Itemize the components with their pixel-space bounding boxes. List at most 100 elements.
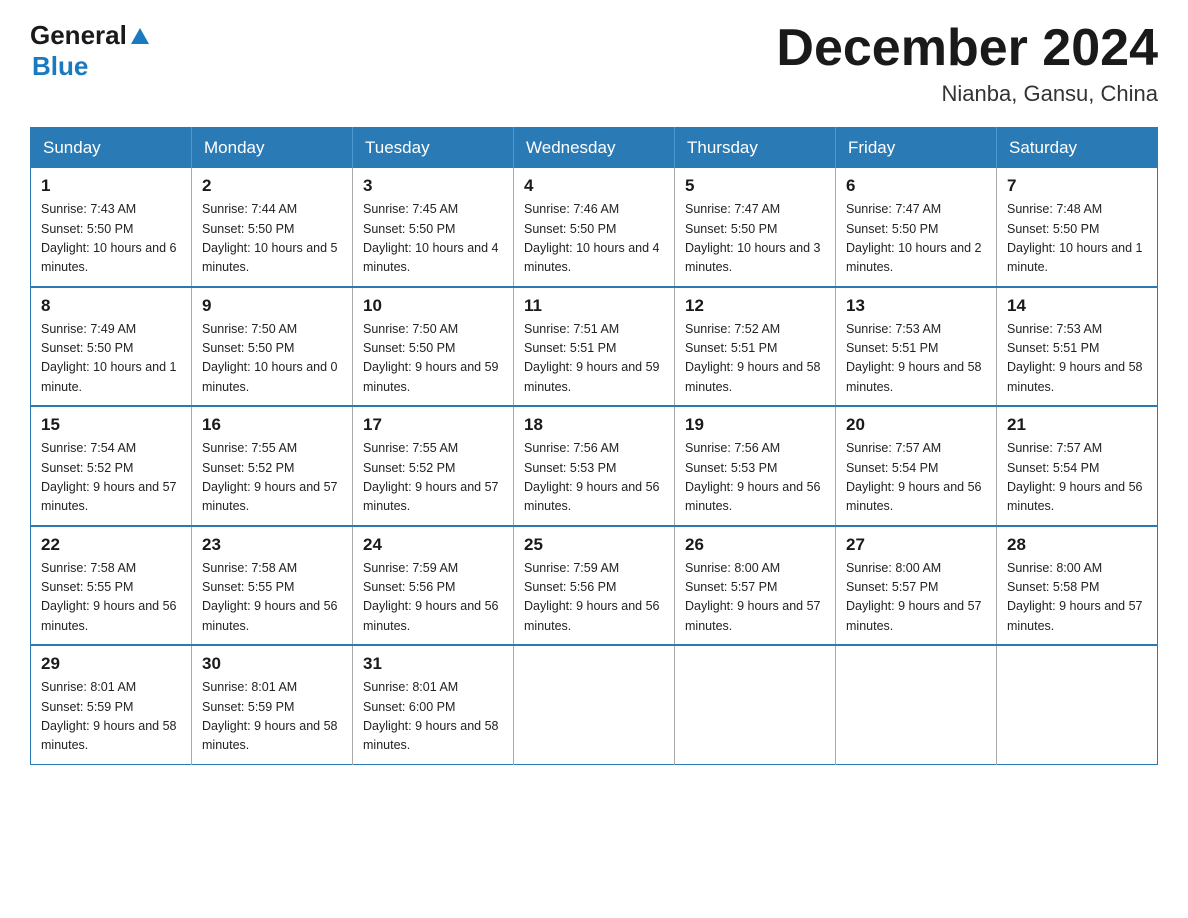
day-info: Sunrise: 7:52 AM Sunset: 5:51 PM Dayligh…: [685, 320, 825, 398]
day-info: Sunrise: 7:44 AM Sunset: 5:50 PM Dayligh…: [202, 200, 342, 278]
day-number: 7: [1007, 176, 1147, 196]
col-header-tuesday: Tuesday: [353, 128, 514, 169]
day-info: Sunrise: 7:53 AM Sunset: 5:51 PM Dayligh…: [1007, 320, 1147, 398]
day-number: 22: [41, 535, 181, 555]
day-info: Sunrise: 8:01 AM Sunset: 5:59 PM Dayligh…: [202, 678, 342, 756]
calendar-day-cell: 14 Sunrise: 7:53 AM Sunset: 5:51 PM Dayli…: [997, 287, 1158, 407]
calendar-day-cell: 22 Sunrise: 7:58 AM Sunset: 5:55 PM Dayli…: [31, 526, 192, 646]
day-number: 30: [202, 654, 342, 674]
day-info: Sunrise: 7:43 AM Sunset: 5:50 PM Dayligh…: [41, 200, 181, 278]
day-info: Sunrise: 8:00 AM Sunset: 5:58 PM Dayligh…: [1007, 559, 1147, 637]
calendar-day-cell: 26Sunrise: 8:00 AM Sunset: 5:57 PM Dayli…: [675, 526, 836, 646]
calendar-day-cell: 18 Sunrise: 7:56 AM Sunset: 5:53 PM Dayli…: [514, 406, 675, 526]
logo-triangle-icon: [131, 28, 149, 44]
calendar-day-cell: [514, 645, 675, 764]
logo-blue-text: Blue: [32, 51, 149, 82]
calendar-day-cell: 15Sunrise: 7:54 AM Sunset: 5:52 PM Dayli…: [31, 406, 192, 526]
day-number: 11: [524, 296, 664, 316]
calendar-day-cell: 12 Sunrise: 7:52 AM Sunset: 5:51 PM Dayli…: [675, 287, 836, 407]
calendar-day-cell: 19 Sunrise: 7:56 AM Sunset: 5:53 PM Dayli…: [675, 406, 836, 526]
day-info: Sunrise: 7:55 AM Sunset: 5:52 PM Dayligh…: [363, 439, 503, 517]
day-info: Sunrise: 7:49 AM Sunset: 5:50 PM Dayligh…: [41, 320, 181, 398]
calendar-day-cell: [675, 645, 836, 764]
calendar-day-cell: 1 Sunrise: 7:43 AM Sunset: 5:50 PM Daylig…: [31, 168, 192, 287]
day-info: Sunrise: 7:45 AM Sunset: 5:50 PM Dayligh…: [363, 200, 503, 278]
calendar-day-cell: 6 Sunrise: 7:47 AM Sunset: 5:50 PM Daylig…: [836, 168, 997, 287]
day-info: Sunrise: 7:58 AM Sunset: 5:55 PM Dayligh…: [41, 559, 181, 637]
calendar-day-cell: 29 Sunrise: 8:01 AM Sunset: 5:59 PM Dayli…: [31, 645, 192, 764]
calendar-day-cell: [836, 645, 997, 764]
calendar-week-row: 1 Sunrise: 7:43 AM Sunset: 5:50 PM Daylig…: [31, 168, 1158, 287]
col-header-wednesday: Wednesday: [514, 128, 675, 169]
day-info: Sunrise: 7:51 AM Sunset: 5:51 PM Dayligh…: [524, 320, 664, 398]
day-info: Sunrise: 7:58 AM Sunset: 5:55 PM Dayligh…: [202, 559, 342, 637]
day-number: 10: [363, 296, 503, 316]
calendar-day-cell: 7 Sunrise: 7:48 AM Sunset: 5:50 PM Daylig…: [997, 168, 1158, 287]
day-number: 5: [685, 176, 825, 196]
calendar-day-cell: 17 Sunrise: 7:55 AM Sunset: 5:52 PM Dayli…: [353, 406, 514, 526]
day-info: Sunrise: 7:57 AM Sunset: 5:54 PM Dayligh…: [1007, 439, 1147, 517]
calendar-day-cell: 16 Sunrise: 7:55 AM Sunset: 5:52 PM Dayli…: [192, 406, 353, 526]
day-info: Sunrise: 8:01 AM Sunset: 6:00 PM Dayligh…: [363, 678, 503, 756]
day-number: 4: [524, 176, 664, 196]
day-info: Sunrise: 7:46 AM Sunset: 5:50 PM Dayligh…: [524, 200, 664, 278]
day-number: 16: [202, 415, 342, 435]
calendar-day-cell: 24Sunrise: 7:59 AM Sunset: 5:56 PM Dayli…: [353, 526, 514, 646]
day-number: 6: [846, 176, 986, 196]
day-number: 14: [1007, 296, 1147, 316]
day-info: Sunrise: 7:50 AM Sunset: 5:50 PM Dayligh…: [363, 320, 503, 398]
calendar-header-row: SundayMondayTuesdayWednesdayThursdayFrid…: [31, 128, 1158, 169]
day-number: 1: [41, 176, 181, 196]
day-number: 19: [685, 415, 825, 435]
title-section: December 2024 Nianba, Gansu, China: [776, 20, 1158, 107]
day-number: 23: [202, 535, 342, 555]
location-text: Nianba, Gansu, China: [776, 81, 1158, 107]
calendar-day-cell: 5 Sunrise: 7:47 AM Sunset: 5:50 PM Daylig…: [675, 168, 836, 287]
calendar-week-row: 29 Sunrise: 8:01 AM Sunset: 5:59 PM Dayli…: [31, 645, 1158, 764]
day-number: 17: [363, 415, 503, 435]
day-number: 18: [524, 415, 664, 435]
day-info: Sunrise: 8:00 AM Sunset: 5:57 PM Dayligh…: [846, 559, 986, 637]
day-number: 8: [41, 296, 181, 316]
day-info: Sunrise: 7:53 AM Sunset: 5:51 PM Dayligh…: [846, 320, 986, 398]
day-info: Sunrise: 7:47 AM Sunset: 5:50 PM Dayligh…: [846, 200, 986, 278]
day-number: 2: [202, 176, 342, 196]
month-title: December 2024: [776, 20, 1158, 77]
col-header-monday: Monday: [192, 128, 353, 169]
calendar-day-cell: 3Sunrise: 7:45 AM Sunset: 5:50 PM Daylig…: [353, 168, 514, 287]
day-info: Sunrise: 7:48 AM Sunset: 5:50 PM Dayligh…: [1007, 200, 1147, 278]
calendar-day-cell: 10 Sunrise: 7:50 AM Sunset: 5:50 PM Dayli…: [353, 287, 514, 407]
day-info: Sunrise: 7:59 AM Sunset: 5:56 PM Dayligh…: [524, 559, 664, 637]
calendar-day-cell: 31Sunrise: 8:01 AM Sunset: 6:00 PM Dayli…: [353, 645, 514, 764]
calendar-day-cell: 30 Sunrise: 8:01 AM Sunset: 5:59 PM Dayli…: [192, 645, 353, 764]
day-info: Sunrise: 8:01 AM Sunset: 5:59 PM Dayligh…: [41, 678, 181, 756]
day-info: Sunrise: 7:56 AM Sunset: 5:53 PM Dayligh…: [685, 439, 825, 517]
calendar-week-row: 8 Sunrise: 7:49 AM Sunset: 5:50 PM Daylig…: [31, 287, 1158, 407]
day-number: 13: [846, 296, 986, 316]
calendar-day-cell: 25Sunrise: 7:59 AM Sunset: 5:56 PM Dayli…: [514, 526, 675, 646]
calendar-week-row: 15Sunrise: 7:54 AM Sunset: 5:52 PM Dayli…: [31, 406, 1158, 526]
day-info: Sunrise: 7:50 AM Sunset: 5:50 PM Dayligh…: [202, 320, 342, 398]
day-number: 12: [685, 296, 825, 316]
day-info: Sunrise: 7:55 AM Sunset: 5:52 PM Dayligh…: [202, 439, 342, 517]
calendar-day-cell: 28 Sunrise: 8:00 AM Sunset: 5:58 PM Dayli…: [997, 526, 1158, 646]
col-header-sunday: Sunday: [31, 128, 192, 169]
calendar-table: SundayMondayTuesdayWednesdayThursdayFrid…: [30, 127, 1158, 765]
day-number: 21: [1007, 415, 1147, 435]
day-info: Sunrise: 7:57 AM Sunset: 5:54 PM Dayligh…: [846, 439, 986, 517]
calendar-day-cell: 8 Sunrise: 7:49 AM Sunset: 5:50 PM Daylig…: [31, 287, 192, 407]
day-info: Sunrise: 7:56 AM Sunset: 5:53 PM Dayligh…: [524, 439, 664, 517]
calendar-day-cell: 4 Sunrise: 7:46 AM Sunset: 5:50 PM Daylig…: [514, 168, 675, 287]
day-number: 29: [41, 654, 181, 674]
day-number: 26: [685, 535, 825, 555]
calendar-day-cell: 21 Sunrise: 7:57 AM Sunset: 5:54 PM Dayli…: [997, 406, 1158, 526]
page-header: General Blue December 2024 Nianba, Gansu…: [30, 20, 1158, 107]
day-info: Sunrise: 7:47 AM Sunset: 5:50 PM Dayligh…: [685, 200, 825, 278]
calendar-day-cell: 11 Sunrise: 7:51 AM Sunset: 5:51 PM Dayli…: [514, 287, 675, 407]
calendar-day-cell: 13 Sunrise: 7:53 AM Sunset: 5:51 PM Dayli…: [836, 287, 997, 407]
day-number: 28: [1007, 535, 1147, 555]
calendar-day-cell: 20Sunrise: 7:57 AM Sunset: 5:54 PM Dayli…: [836, 406, 997, 526]
calendar-day-cell: 2 Sunrise: 7:44 AM Sunset: 5:50 PM Daylig…: [192, 168, 353, 287]
day-number: 15: [41, 415, 181, 435]
day-number: 24: [363, 535, 503, 555]
